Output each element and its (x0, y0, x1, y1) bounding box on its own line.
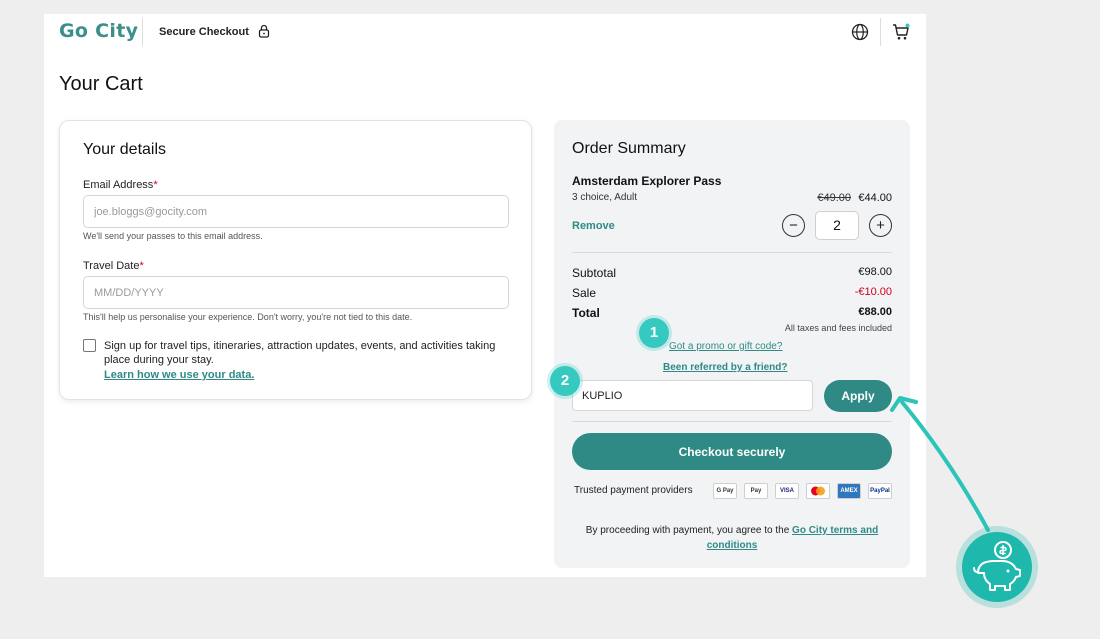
checkout-button[interactable]: Checkout securely (572, 433, 892, 470)
summary-divider (572, 421, 892, 422)
total-value: €88.00 (858, 306, 892, 318)
piggy-bank-icon (973, 541, 1021, 591)
summary-heading: Order Summary (572, 140, 686, 157)
trusted-providers-label: Trusted payment providers (574, 485, 693, 496)
header-divider (880, 18, 881, 46)
page-title: Your Cart (59, 73, 143, 95)
promo-code-link[interactable]: Got a promo or gift code? (669, 341, 782, 352)
email-label: Email Address* (83, 179, 158, 191)
header: Go City Secure Checkout (44, 14, 926, 50)
email-label-text: Email Address (83, 179, 154, 191)
signup-text: Sign up for travel tips, itineraries, at… (104, 340, 496, 366)
mastercard-icon (806, 483, 830, 499)
annotation-badge-2: 2 (550, 366, 580, 396)
visa-icon: VISA (775, 483, 799, 499)
promo-code-input[interactable] (572, 380, 813, 411)
travel-date-input[interactable] (83, 276, 509, 309)
subtotal-label: Subtotal (572, 266, 617, 280)
email-hint: We'll send your passes to this email add… (83, 231, 263, 241)
required-mark: * (153, 179, 158, 191)
referral-link[interactable]: Been referred by a friend? (663, 362, 787, 373)
cart-icon[interactable] (892, 23, 910, 41)
summary-divider (572, 252, 892, 253)
total-label: Total (572, 306, 600, 320)
apple-pay-icon: Pay (744, 483, 768, 499)
go-city-logo[interactable]: Go City (59, 20, 138, 42)
lock-icon (258, 24, 270, 38)
travel-date-label: Travel Date* (83, 260, 144, 272)
order-summary: Order Summary Amsterdam Explorer Pass 3 … (554, 120, 910, 568)
required-mark: * (139, 260, 144, 272)
subtotal-value: €98.00 (858, 266, 892, 278)
mastercard-logo-icon (811, 486, 825, 496)
travel-date-hint: This'll help us personalise your experie… (83, 312, 413, 322)
quantity-increase-button[interactable]: + (869, 214, 892, 237)
email-input[interactable] (83, 195, 509, 228)
travel-date-label-text: Travel Date (83, 260, 140, 272)
your-details-card: Your details Email Address* We'll send y… (59, 120, 532, 400)
quantity-input[interactable]: 2 (815, 211, 859, 240)
sale-label: Sale (572, 286, 597, 300)
annotation-badge-1: 1 (639, 318, 669, 348)
product-variant: 3 choice, Adult (572, 192, 638, 203)
details-heading: Your details (83, 141, 167, 158)
original-price: €49.00 (817, 192, 851, 204)
amex-icon: AMEX (837, 483, 861, 499)
piggy-bank-badge (962, 532, 1032, 602)
terms-text: By proceeding with payment, you agree to… (572, 523, 892, 553)
google-pay-icon: G Pay (713, 483, 737, 499)
taxes-note: All taxes and fees included (784, 323, 892, 333)
quantity-decrease-button[interactable]: − (782, 214, 805, 237)
remove-link[interactable]: Remove (572, 220, 615, 232)
header-divider (142, 18, 143, 46)
terms-prefix: By proceeding with payment, you agree to… (585, 525, 793, 536)
discounted-price: €44.00 (858, 192, 892, 204)
signup-checkbox[interactable] (83, 339, 96, 352)
secure-checkout-label: Secure Checkout (159, 26, 249, 38)
learn-data-link[interactable]: Learn how we use your data. (104, 369, 254, 381)
checkout-page: Go City Secure Checkout Your Cart Your d… (44, 14, 926, 577)
globe-icon[interactable] (851, 23, 869, 41)
sale-value: -€10.00 (854, 286, 892, 298)
product-name: Amsterdam Explorer Pass (572, 174, 722, 188)
